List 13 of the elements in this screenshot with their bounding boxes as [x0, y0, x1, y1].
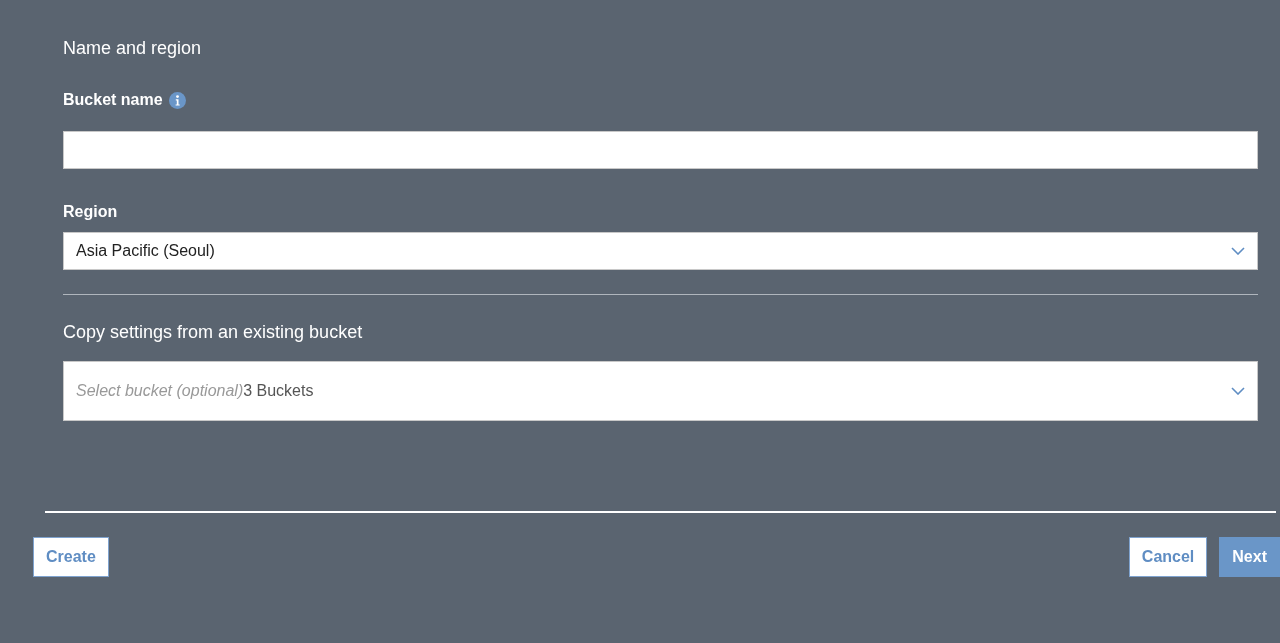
- chevron-down-icon: [1231, 247, 1245, 255]
- section-title: Name and region: [63, 37, 203, 60]
- info-icon[interactable]: [168, 91, 186, 109]
- section-title: Copy settings from an existing bucket: [63, 321, 364, 344]
- secondary-button[interactable]: Cancel: [1128, 537, 1208, 577]
- chevron-down-icon: [1231, 387, 1245, 395]
- region-select[interactable]: Asia Pacific (Seoul): [63, 232, 1258, 270]
- input-field[interactable]: [63, 131, 1258, 169]
- field-label: Bucket name: [63, 90, 163, 110]
- primary-button[interactable]: Next: [1219, 537, 1280, 577]
- field-label: Region: [63, 202, 118, 222]
- secondary-button[interactable]: Create: [33, 537, 109, 577]
- bucket-select[interactable]: Select bucket (optional)3 Buckets: [63, 361, 1258, 421]
